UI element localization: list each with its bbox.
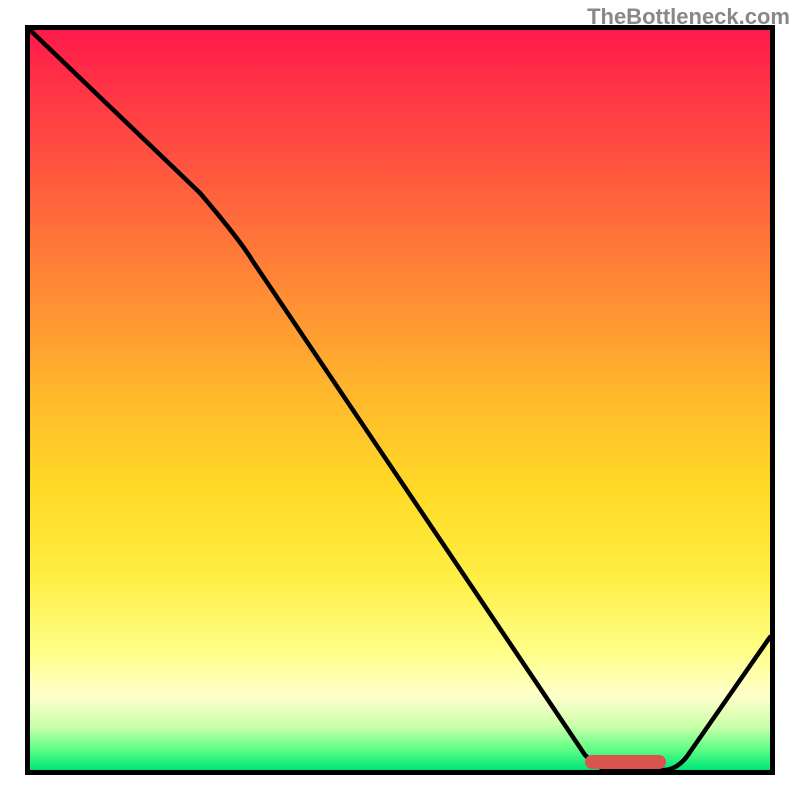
- watermark-text: TheBottleneck.com: [587, 4, 790, 30]
- bottleneck-curve-svg: [30, 30, 770, 770]
- optimal-zone-marker: [585, 755, 666, 769]
- bottleneck-curve-path: [30, 30, 770, 770]
- plot-area: [25, 25, 775, 775]
